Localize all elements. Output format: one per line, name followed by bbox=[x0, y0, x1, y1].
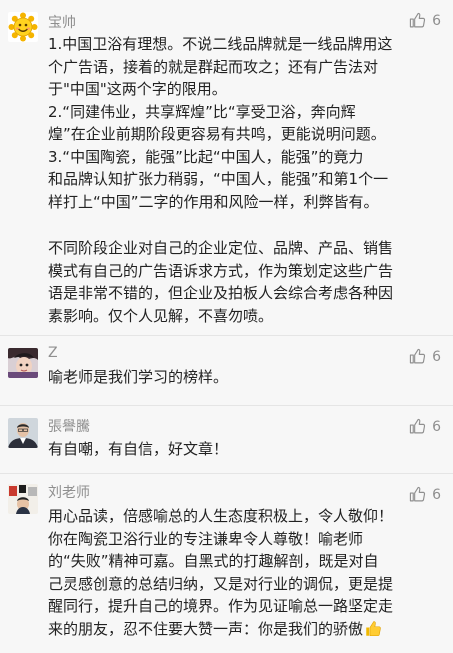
comment-author-name[interactable]: 張譽騰 bbox=[48, 416, 90, 436]
photo-avatar-icon[interactable] bbox=[8, 484, 38, 514]
sunflower-avatar-icon[interactable] bbox=[8, 12, 38, 42]
comment-item: 張譽騰 6 有自嘲，有自信，好文章！ bbox=[0, 405, 453, 473]
comment-list: 宝帅 6 1.中国卫浴有理想。不说二线品牌就是一线品牌用这 个广告语，接着的就是… bbox=[0, 0, 453, 653]
like-button[interactable]: 6 bbox=[409, 348, 441, 365]
comment-author-name[interactable]: 宝帅 bbox=[48, 12, 76, 32]
like-count: 6 bbox=[432, 348, 441, 365]
comment-paragraph-text: 用心品读，倍感喻总的人生态度积极上，令人敬仰！ 你在陶瓷卫浴行业的专注谦卑令人尊… bbox=[48, 507, 394, 638]
comment-text: 1.中国卫浴有理想。不说二线品牌就是一线品牌用这 个广告语，接着的就是群起而攻之… bbox=[48, 33, 441, 327]
comment-text: 喻老师是我们学习的榜样。 bbox=[48, 366, 441, 389]
comment-paragraph: 用心品读，倍感喻总的人生态度积极上，令人敬仰！ 你在陶瓷卫浴行业的专注谦卑令人尊… bbox=[48, 505, 441, 644]
comment-text: 有自嘲，有自信，好文章！ bbox=[48, 438, 441, 461]
comment-item: Z 6 喻老师是我们学习的榜样。 bbox=[0, 335, 453, 405]
comment-item: 刘老师 6 用心品读，倍感喻总的人生态度积极上，令人敬仰！ 你在陶瓷卫浴行业的专… bbox=[0, 473, 453, 653]
comment-paragraph: 1.中国卫浴有理想。不说二线品牌就是一线品牌用这 个广告语，接着的就是群起而攻之… bbox=[48, 35, 393, 211]
comment-paragraph: 有自嘲，有自信，好文章！ bbox=[48, 440, 229, 458]
comment-author-name[interactable]: Z bbox=[48, 345, 58, 361]
like-button[interactable]: 6 bbox=[409, 418, 441, 435]
like-count: 6 bbox=[432, 486, 441, 503]
thumbs-up-emoji-icon bbox=[364, 620, 382, 645]
like-count: 6 bbox=[432, 12, 441, 29]
thumbs-up-icon bbox=[409, 348, 426, 364]
like-button[interactable]: 6 bbox=[409, 486, 441, 503]
comment-text: 用心品读，倍感喻总的人生态度积极上，令人敬仰！ 你在陶瓷卫浴行业的专注谦卑令人尊… bbox=[48, 505, 441, 644]
comment-author-name[interactable]: 刘老师 bbox=[48, 482, 90, 502]
thumbs-up-icon bbox=[409, 418, 426, 434]
comment-paragraph: 喻老师是我们学习的榜样。 bbox=[48, 368, 229, 386]
comment-paragraph: 不同阶段企业对自己的企业定位、品牌、产品、销售 模式有自己的广告语诉求方式，作为… bbox=[48, 239, 394, 325]
like-button[interactable]: 6 bbox=[409, 12, 441, 29]
comment-item: 宝帅 6 1.中国卫浴有理想。不说二线品牌就是一线品牌用这 个广告语，接着的就是… bbox=[0, 0, 453, 335]
thumbs-up-icon bbox=[409, 12, 426, 28]
cartoon-avatar-icon[interactable] bbox=[8, 348, 38, 378]
thumbs-up-icon bbox=[409, 486, 426, 502]
portrait-avatar-icon[interactable] bbox=[8, 418, 38, 448]
like-count: 6 bbox=[432, 418, 441, 435]
